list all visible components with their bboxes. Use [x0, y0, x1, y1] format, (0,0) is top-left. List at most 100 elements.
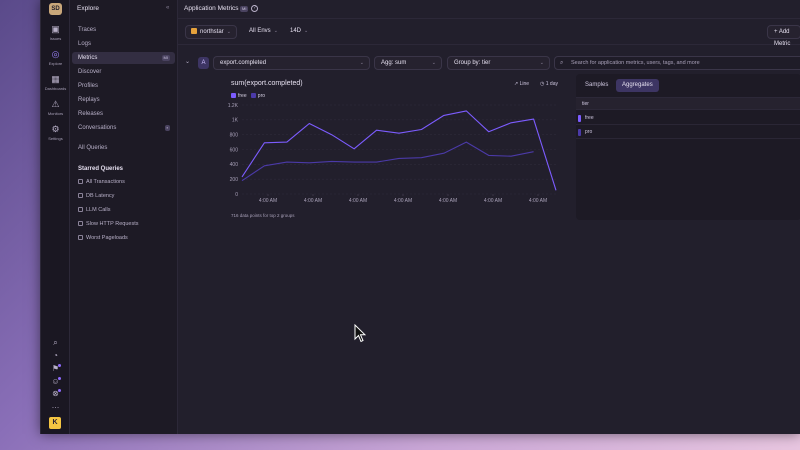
nav-item-traces[interactable]: Traces: [72, 24, 175, 36]
nav-item-metrics[interactable]: Metrics MI: [72, 52, 175, 64]
user-avatar[interactable]: K: [49, 417, 61, 429]
project-icon: [191, 28, 197, 34]
x-tick-label: 4:00 AM: [349, 198, 367, 204]
add-metric-button[interactable]: + Add Metric: [767, 25, 800, 47]
table-row[interactable]: free: [576, 112, 800, 125]
chevron-down-icon: ⌄: [304, 28, 309, 34]
beta-badge: MI: [161, 55, 170, 61]
query-icon: [78, 207, 83, 212]
page-title: Application Metrics: [184, 5, 239, 12]
app-window: SD ▣ Issues ◎ Explore ▦ Dashboards ⚠ Mon…: [40, 0, 800, 434]
chevron-down-icon: ⌄: [539, 60, 544, 66]
query-icon: [78, 179, 83, 184]
rail-monitors[interactable]: ⚠ Monitors: [41, 100, 70, 117]
query-icon: [78, 235, 83, 240]
x-tick-label: 4:00 AM: [304, 198, 322, 204]
nav-item-profiles[interactable]: Profiles: [72, 80, 175, 92]
y-tick-label: 1K: [232, 118, 239, 124]
period-selector[interactable]: 14D ⌄: [285, 25, 313, 39]
starred-query[interactable]: Slow HTTP Requests: [78, 221, 138, 227]
series-swatch: [578, 115, 581, 122]
chevron-down-icon: ⌄: [273, 28, 278, 34]
nav-item-logs[interactable]: Logs: [72, 38, 175, 50]
notification-dot: [58, 389, 61, 392]
interval-selector[interactable]: ◷ 1 day: [540, 81, 558, 87]
mouse-cursor-icon: [354, 324, 366, 343]
rail-explore[interactable]: ◎ Explore: [41, 49, 70, 67]
query-letter: A: [198, 57, 209, 69]
inbox-icon: ▣: [51, 24, 60, 34]
rail-issues[interactable]: ▣ Issues: [41, 24, 70, 42]
icon-rail: SD ▣ Issues ◎ Explore ▦ Dashboards ⚠ Mon…: [41, 0, 70, 434]
chevron-down-icon: ⌄: [359, 60, 364, 66]
y-tick-label: 1.2K: [228, 103, 239, 109]
compass-icon: ◎: [51, 49, 60, 59]
project-selector[interactable]: northstar ⌄: [185, 25, 237, 39]
filter-bar: northstar⌄ All Envs⌄ 14D⌄ + Add Metric +…: [178, 19, 800, 47]
starred-query[interactable]: DB Latency: [78, 193, 114, 199]
x-tick-label: 4:00 AM: [484, 198, 502, 204]
rail-settings[interactable]: ⚙ Settings: [41, 125, 70, 142]
chart-panel: sum(export.completed) ↗ Line ◷ 1 day fre…: [184, 74, 564, 224]
query-icon: [78, 193, 83, 198]
search-icon[interactable]: ⌕: [41, 339, 70, 347]
starred-query[interactable]: Worst Pageloads: [78, 235, 128, 241]
results-panel: Samples Aggregates tier free pro: [576, 74, 800, 220]
page-header: Application Metrics MI ?: [178, 0, 800, 19]
rail-label: Dashboards: [44, 86, 67, 91]
x-tick-label: 4:00 AM: [529, 198, 547, 204]
series-line-free: [241, 110, 557, 191]
main-content: Application Metrics MI ? northstar ⌄ All …: [178, 0, 800, 434]
search-input[interactable]: ⌕ Search for application metrics, users,…: [554, 56, 800, 70]
display-type-selector[interactable]: ↗ Line: [514, 81, 529, 87]
tab-aggregates[interactable]: Aggregates: [616, 79, 659, 92]
aggregation-selector[interactable]: Agg: sum ⌄: [374, 56, 442, 70]
tab-samples[interactable]: Samples: [579, 79, 614, 92]
help-icon[interactable]: ☺: [41, 378, 70, 386]
dashboards-icon: ▦: [51, 74, 60, 84]
table-row[interactable]: pro: [576, 126, 800, 139]
group-by-selector[interactable]: Group by: tier ⌄: [447, 56, 550, 70]
rail-label: Explore: [48, 61, 63, 66]
nav-item-conversations[interactable]: Conversations ▪: [72, 122, 175, 134]
env-selector[interactable]: All Envs ⌄: [244, 25, 283, 39]
nav-item-all-queries[interactable]: All Queries: [72, 142, 175, 154]
y-tick-label: 600: [230, 147, 239, 153]
org-avatar[interactable]: SD: [49, 3, 62, 15]
starred-queries-title: Starred Queries: [78, 166, 124, 172]
starred-query[interactable]: LLM Calls: [78, 207, 110, 213]
series-line-pro: [241, 141, 534, 182]
y-tick-label: 0: [235, 192, 238, 198]
y-tick-label: 800: [230, 132, 239, 138]
notification-dot: [58, 364, 61, 367]
column-header-tier[interactable]: tier: [576, 97, 800, 110]
broadcast-icon[interactable]: ⚑: [41, 365, 70, 373]
chevron-down-icon: ⌄: [226, 29, 231, 35]
metrics-line-chart[interactable]: 0 200 400 600 800 1K 1.2K 4:00 AM 4:00 AM 4:00 AM…: [184, 96, 564, 208]
notification-dot: [58, 377, 61, 380]
y-tick-label: 400: [230, 162, 239, 168]
status-icon[interactable]: ⊗: [41, 390, 70, 398]
title-badge: MI: [240, 6, 249, 12]
rail-dashboards[interactable]: ▦ Dashboards: [41, 74, 70, 92]
rail-label: Settings: [48, 136, 63, 141]
y-tick-label: 200: [230, 177, 239, 183]
chart-footnote: 716 data points for top 2 groups: [231, 213, 295, 218]
metric-selector[interactable]: export.completed ⌄: [213, 56, 370, 70]
series-swatch: [578, 129, 581, 136]
collapse-icon[interactable]: «: [166, 5, 169, 11]
x-tick-label: 4:00 AM: [259, 198, 277, 204]
onboarding-icon[interactable]: ◔: [41, 352, 70, 360]
lock-icon: ▪: [164, 125, 170, 131]
starred-query[interactable]: All Transactions: [78, 179, 125, 185]
nav-item-replays[interactable]: Replays: [72, 94, 175, 106]
nav-item-releases[interactable]: Releases: [72, 108, 175, 120]
chevron-down-icon[interactable]: ⌄: [185, 58, 190, 65]
more-icon[interactable]: …: [41, 402, 70, 410]
nav-item-discover[interactable]: Discover: [72, 66, 175, 78]
nav-header: Explore: [77, 5, 100, 12]
query-icon: [78, 221, 83, 226]
help-icon[interactable]: ?: [251, 5, 258, 12]
x-tick-label: 4:00 AM: [439, 198, 457, 204]
query-row: ⌄ A export.completed ⌄ Agg: sum ⌄ Group by…: [178, 54, 800, 72]
